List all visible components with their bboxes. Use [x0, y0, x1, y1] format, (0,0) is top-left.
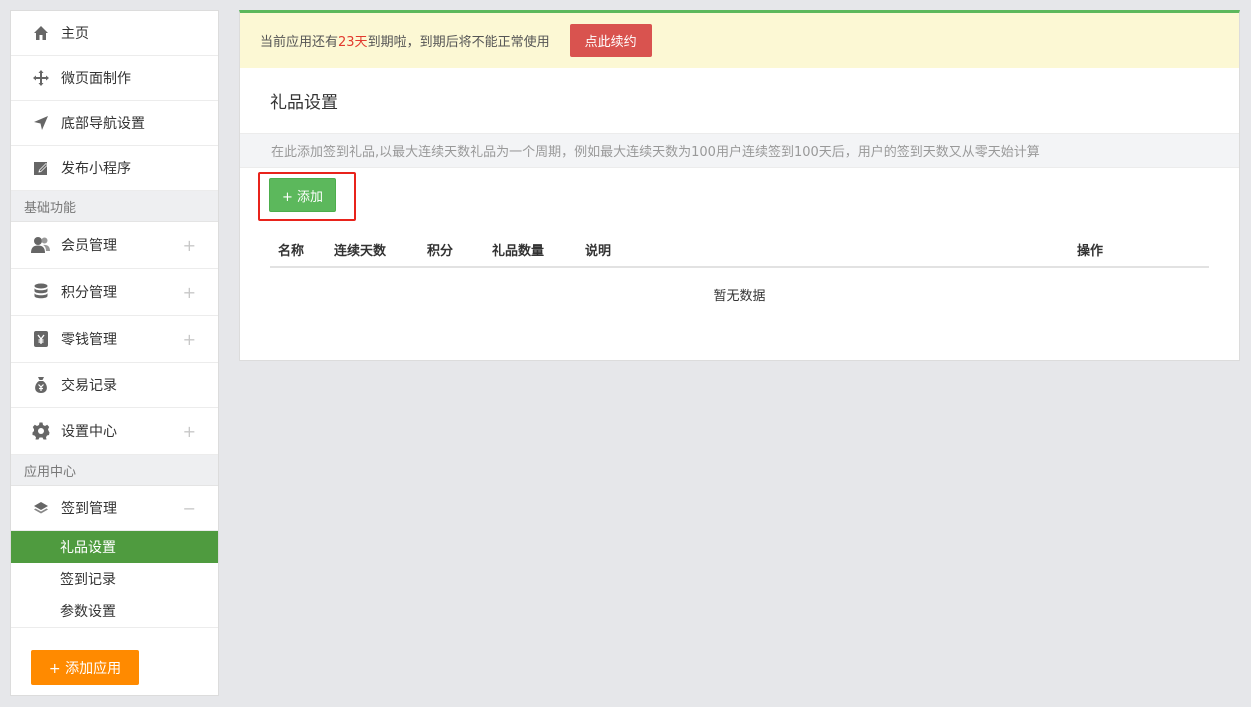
sidebar-item-micro-page[interactable]: 微页面制作: [11, 56, 218, 101]
gift-table: 名称 连续天数 积分 礼品数量 说明 操作 暂无数据: [270, 232, 1209, 304]
expand-icon[interactable]: +: [183, 330, 196, 349]
sidebar-item-label: 零钱管理: [61, 332, 117, 348]
sidebar-item-transactions[interactable]: 交易记录: [11, 363, 218, 408]
sidebar-item-label: 微页面制作: [61, 71, 131, 87]
column-header-actions: 操作: [1077, 243, 1104, 259]
sidebar-item-label: 发布小程序: [61, 161, 131, 177]
users-icon: [31, 235, 51, 255]
notice-days: 23天: [338, 35, 368, 50]
column-header-days: 连续天数: [334, 243, 387, 259]
sidebar-subitem-checkin-records[interactable]: 签到记录: [11, 563, 218, 595]
sidebar-item-points[interactable]: 积分管理 +: [11, 269, 218, 316]
yen-icon: [31, 329, 51, 349]
sidebar: 主页 微页面制作 底部导航设置 发布小程序 基础功能 会员管理 + 积分管理 +: [10, 10, 219, 696]
gear-icon: [31, 421, 51, 441]
sidebar-item-members[interactable]: 会员管理 +: [11, 222, 218, 269]
submenu: 礼品设置 签到记录 参数设置: [11, 531, 218, 628]
sidebar-item-label: 主页: [61, 26, 89, 42]
description-text: 在此添加签到礼品,以最大连续天数礼品为一个周期，例如最大连续天数为100用户连续…: [240, 133, 1239, 168]
renew-button[interactable]: 点此续约: [569, 24, 652, 57]
layers-icon: [31, 498, 51, 518]
sidebar-item-checkin-management[interactable]: 签到管理 −: [11, 486, 218, 531]
column-header-points: 积分: [427, 243, 454, 259]
sidebar-item-publish[interactable]: 发布小程序: [11, 146, 218, 191]
sidebar-item-change[interactable]: 零钱管理 +: [11, 316, 218, 363]
sidebar-item-label: 设置中心: [61, 424, 117, 440]
edit-icon: [31, 158, 51, 178]
expand-icon[interactable]: +: [183, 422, 196, 441]
main-panel: 当前应用还有 23天 到期啦，到期后将不能正常使用 点此续约 礼品设置 在此添加签到…: [239, 10, 1240, 361]
sidebar-item-home[interactable]: 主页: [11, 11, 218, 56]
section-title-app: 应用中心: [11, 455, 218, 486]
sidebar-item-label: 交易记录: [61, 378, 117, 394]
sidebar-item-settings-center[interactable]: 设置中心 +: [11, 408, 218, 455]
sidebar-item-label: 签到管理: [61, 501, 117, 517]
home-icon: [31, 23, 51, 43]
section-title-basic: 基础功能: [11, 191, 218, 222]
navigation-icon: [31, 113, 51, 133]
money-bag-icon: [31, 375, 51, 395]
add-app-button[interactable]: + 添加应用: [31, 650, 139, 685]
sidebar-item-bottom-nav[interactable]: 底部导航设置: [11, 101, 218, 146]
sidebar-item-label: 会员管理: [61, 238, 117, 254]
add-area: + 添加: [240, 168, 1239, 228]
empty-state: 暂无数据: [713, 289, 766, 304]
expand-icon[interactable]: +: [183, 236, 196, 255]
database-icon: [31, 282, 51, 302]
expand-icon[interactable]: +: [183, 283, 196, 302]
sidebar-item-label: 底部导航设置: [61, 116, 145, 132]
notice-prefix: 当前应用还有: [260, 35, 339, 50]
column-header-quantity: 礼品数量: [492, 243, 545, 259]
sidebar-subitem-gift-settings[interactable]: 礼品设置: [11, 531, 218, 563]
page-title: 礼品设置: [270, 93, 338, 113]
collapse-icon[interactable]: −: [183, 499, 196, 518]
sidebar-subitem-parameter-settings[interactable]: 参数设置: [11, 595, 218, 627]
column-header-description: 说明: [585, 243, 612, 259]
move-icon: [31, 68, 51, 88]
notice-suffix: 到期啦，到期后将不能正常使用: [367, 35, 550, 50]
column-header-name: 名称: [278, 243, 305, 259]
add-gift-button[interactable]: + 添加: [269, 178, 336, 212]
table-header: 名称 连续天数 积分 礼品数量 说明 操作: [270, 232, 1209, 268]
expiry-notice: 当前应用还有 23天 到期啦，到期后将不能正常使用 点此续约: [240, 13, 1239, 68]
sidebar-item-label: 积分管理: [61, 285, 117, 301]
